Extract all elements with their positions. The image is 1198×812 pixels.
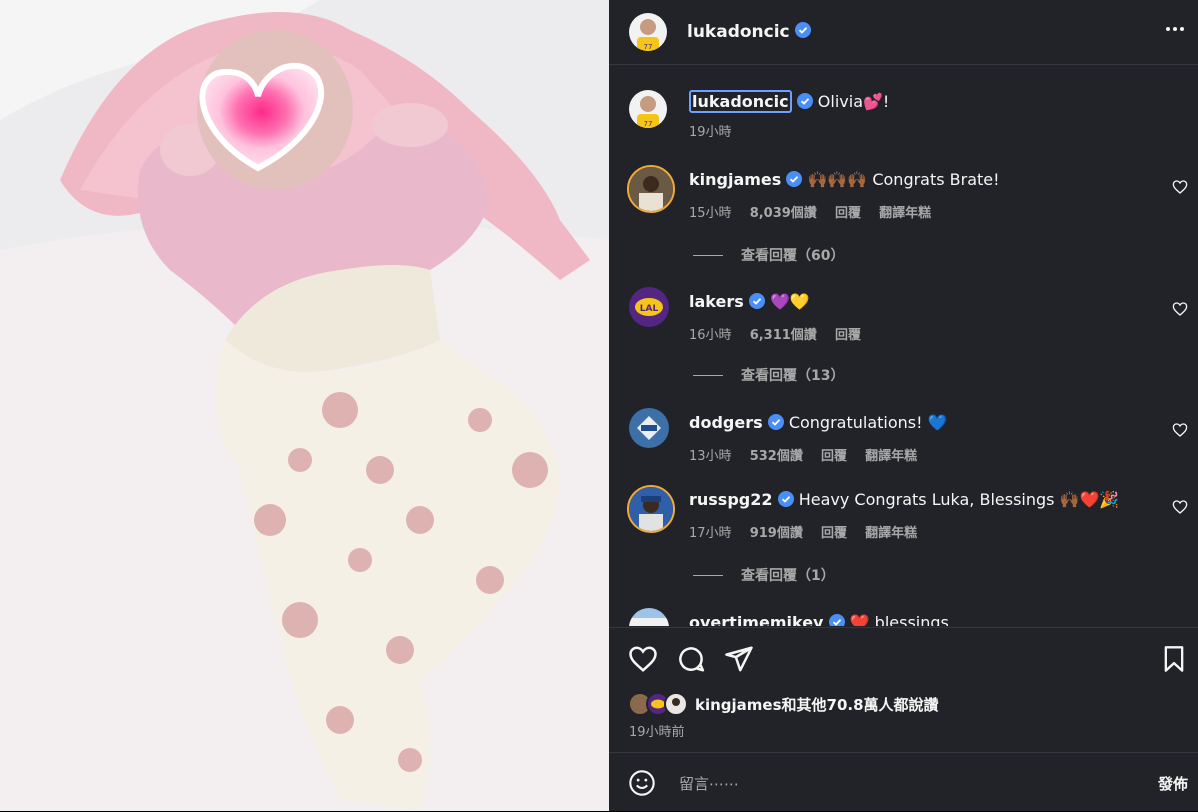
post-side-panel: 77 lukadoncic 77 lukadoncic Olivia💕! 19小… [609, 0, 1198, 811]
likes-count[interactable]: kingjames和其他70.8萬人都說讚 [695, 694, 939, 715]
comment-username[interactable]: lakers [689, 292, 744, 311]
verified-icon [794, 22, 811, 42]
reply-button[interactable]: 回覆 [835, 328, 861, 343]
likes-summary[interactable]: kingjames和其他70.8萬人都說讚 [629, 692, 939, 716]
translate-button[interactable]: 翻譯年糕 [865, 449, 917, 464]
comment-username[interactable]: russpg22 [689, 490, 773, 509]
verified-icon [796, 93, 813, 113]
commenter-avatar[interactable] [629, 408, 669, 448]
verified-icon [767, 414, 784, 434]
view-replies-button[interactable]: 查看回覆（1） [693, 565, 835, 585]
comment-time: 13小時 [689, 449, 732, 464]
view-replies-label: 查看回覆（60） [741, 248, 845, 264]
comment-like-heart-icon[interactable] [1172, 499, 1188, 519]
replies-divider [693, 374, 723, 376]
post-actions: kingjames和其他70.8萬人都說讚 19小時前 [609, 627, 1198, 753]
comment-username[interactable]: overtimemikey [689, 613, 823, 626]
post-button[interactable]: 發佈 [1158, 773, 1188, 794]
post-header: 77 lukadoncic [609, 0, 1198, 65]
reply-button[interactable]: 回覆 [821, 526, 847, 541]
caption-time: 19小時 [689, 125, 732, 140]
more-icon[interactable] [1164, 18, 1186, 44]
post-time: 19小時前 [629, 725, 685, 740]
comment-username[interactable]: dodgers [689, 413, 763, 432]
caption-text: Olivia💕! [817, 92, 890, 111]
bookmark-icon[interactable] [1160, 644, 1188, 678]
verified-icon [777, 491, 794, 511]
comment-text: Heavy Congrats Luka, Blessings 🙌🏾❤️🎉 [798, 490, 1120, 509]
caption-author-avatar[interactable]: 77 [629, 90, 667, 128]
comment-like-heart-icon[interactable] [1172, 301, 1188, 321]
verified-icon [828, 614, 845, 626]
reply-button[interactable]: 回覆 [835, 206, 861, 221]
author-username[interactable]: lukadoncic [687, 22, 790, 42]
comment-time: 17小時 [689, 526, 732, 541]
comment-composer: 發佈 [609, 752, 1198, 812]
commenter-avatar[interactable]: LAL [629, 287, 669, 327]
comment-text: ❤️ blessings [849, 613, 949, 626]
share-icon[interactable] [724, 644, 754, 678]
comment-text: Congratulations! 💙 [788, 413, 948, 432]
baby-photo-illustration [0, 0, 609, 811]
replies-divider [693, 574, 723, 576]
verified-icon [786, 171, 803, 191]
comment-icon[interactable] [676, 644, 706, 678]
view-replies-button[interactable]: 查看回覆（13） [693, 365, 844, 385]
comment-time: 16小時 [689, 328, 732, 343]
liker-avatars [629, 692, 688, 716]
commenter-avatar[interactable] [627, 485, 675, 533]
reply-button[interactable]: 回覆 [821, 449, 847, 464]
comment-likes[interactable]: 919個讚 [750, 526, 803, 541]
svg-text:77: 77 [644, 120, 653, 128]
comment-username[interactable]: kingjames [689, 170, 781, 189]
comment-input[interactable] [677, 769, 1121, 799]
commenter-avatar[interactable] [629, 608, 669, 626]
author-avatar[interactable]: 77 [629, 13, 667, 51]
post-photo [0, 0, 609, 811]
comment-text: 🙌🏾🙌🏾🙌🏾 Congrats Brate! [807, 170, 1000, 189]
comment-time: 15小時 [689, 206, 732, 221]
commenter-avatar[interactable] [627, 165, 675, 213]
view-replies-button[interactable]: 查看回覆（60） [693, 245, 844, 265]
like-heart-icon[interactable] [628, 644, 658, 678]
comments-list[interactable]: 77 lukadoncic Olivia💕! 19小時 kingjames 🙌🏾… [609, 65, 1198, 626]
comment-text: 💜💛 [769, 292, 810, 311]
verified-icon [748, 293, 765, 313]
svg-text:LAL: LAL [640, 304, 659, 314]
comment-like-heart-icon[interactable] [1172, 422, 1188, 442]
view-replies-label: 查看回覆（13） [741, 368, 845, 384]
translate-button[interactable]: 翻譯年糕 [865, 526, 917, 541]
instagram-post-modal: 77 lukadoncic 77 lukadoncic Olivia💕! 19小… [0, 0, 1198, 811]
comment-likes[interactable]: 532個讚 [750, 449, 803, 464]
comment-like-heart-icon[interactable] [1172, 179, 1188, 199]
caption-username[interactable]: lukadoncic [689, 90, 792, 113]
view-replies-label: 查看回覆（1） [741, 568, 835, 584]
svg-text:77: 77 [644, 43, 653, 51]
replies-divider [693, 254, 723, 256]
translate-button[interactable]: 翻譯年糕 [879, 206, 931, 221]
emoji-icon[interactable] [628, 769, 656, 801]
comment-likes[interactable]: 8,039個讚 [750, 206, 817, 221]
comment-likes[interactable]: 6,311個讚 [750, 328, 817, 343]
